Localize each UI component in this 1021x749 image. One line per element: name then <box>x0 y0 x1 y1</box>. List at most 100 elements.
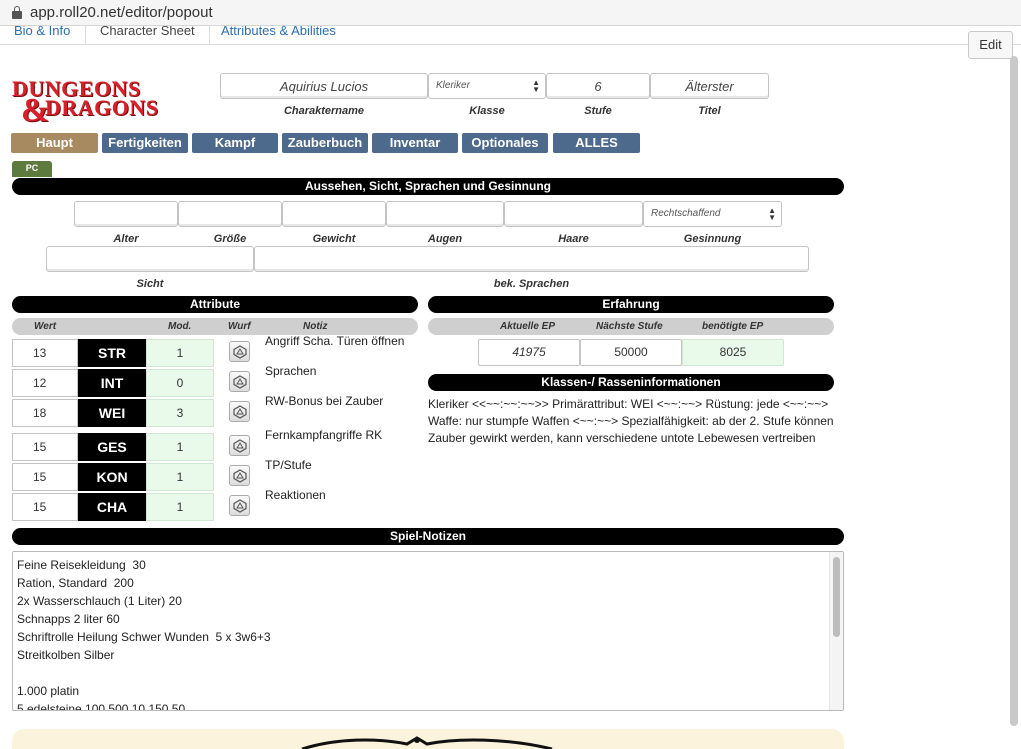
attribute-note: Sprachen <box>265 364 317 378</box>
select-arrows-icon: ▲ ▼ <box>532 78 540 94</box>
attribute-mod: 1 <box>146 339 214 367</box>
title-input[interactable] <box>650 73 769 99</box>
notes-line: Schriftrolle Heilung Schwer Wunden 5 x 3… <box>17 630 271 644</box>
title-label: Titel <box>698 105 721 117</box>
attribute-mod: 1 <box>146 493 214 521</box>
weight-input[interactable] <box>282 201 386 227</box>
attribute-value-input[interactable]: 18 <box>12 399 78 427</box>
notes-line: Feine Reisekleidung 30 <box>17 558 146 572</box>
eyes-label: Augen <box>427 233 463 245</box>
nav-optionales[interactable]: Optionales <box>462 133 548 153</box>
page-scrollbar[interactable] <box>1010 56 1018 726</box>
nav-inventar[interactable]: Inventar <box>372 133 458 153</box>
col-mod: Mod. <box>168 321 192 332</box>
class-info-header: Klassen-/ Rasseninformationen <box>428 374 834 391</box>
nav-haupt[interactable]: Haupt <box>11 133 98 153</box>
alignment-select[interactable]: Rechtschaffend ▲ ▼ <box>643 201 782 227</box>
attribute-abbr: CHA <box>78 493 146 521</box>
needed-ep-value: 8025 <box>682 339 784 366</box>
hair-label: Haare <box>558 233 589 245</box>
tab-attributes-abilities[interactable]: Attributes & Abilities <box>207 26 350 44</box>
attribute-note: Reaktionen <box>265 488 326 502</box>
current-ep-input[interactable]: 41975 <box>478 339 580 366</box>
col-next-level: Nächste Stufe <box>596 321 663 332</box>
size-label: Größe <box>213 233 247 245</box>
attribute-value-input[interactable]: 15 <box>12 463 78 491</box>
roll-dice-button[interactable] <box>229 465 250 486</box>
sheet-tabs: Bio & Info Character Sheet Attributes & … <box>0 26 1021 45</box>
notes-scrollbar[interactable] <box>829 552 843 710</box>
attribute-abbr: WEI <box>78 399 146 427</box>
size-input[interactable] <box>178 201 282 227</box>
attributes-header: Attribute <box>12 296 418 313</box>
attribute-row: 15 CHA 1 Reaktionen <box>12 488 422 521</box>
attribute-note: Angriff Scha. Türen öffnen <box>265 334 405 348</box>
class-label: Klasse <box>469 105 505 117</box>
roll-dice-button[interactable] <box>229 341 250 362</box>
url-text[interactable]: app.roll20.net/editor/popout <box>30 4 213 21</box>
ornament-icon <box>301 736 553 749</box>
notes-line: Ration, Standard 200 <box>17 576 134 590</box>
level-input[interactable] <box>546 73 650 99</box>
attribute-note: RW-Bonus bei Zauber <box>265 394 384 408</box>
nav-fertigkeiten[interactable]: Fertigkeiten <box>102 133 188 153</box>
attribute-abbr: INT <box>78 369 146 397</box>
roll-dice-button[interactable] <box>229 371 250 392</box>
game-notes-header: Spiel-Notizen <box>12 528 844 545</box>
attribute-row: 18 WEI 3 RW-Bonus bei Zauber <box>12 394 422 427</box>
vision-input[interactable] <box>46 246 254 272</box>
vision-label: Sicht <box>136 278 164 290</box>
attribute-value-input[interactable]: 12 <box>12 369 78 397</box>
age-input[interactable] <box>74 201 178 227</box>
select-arrows-icon: ▲ ▼ <box>768 206 776 222</box>
tab-character-sheet[interactable]: Character Sheet <box>85 26 210 44</box>
nav-alles[interactable]: ALLES <box>553 133 640 153</box>
browser-address-bar[interactable]: app.roll20.net/editor/popout <box>0 0 1021 26</box>
game-notes-textarea[interactable]: Feine Reisekleidung 30 Ration, Standard 2… <box>12 551 844 711</box>
charname-label: Charaktername <box>283 105 365 117</box>
pc-badge: PC <box>12 161 52 177</box>
hair-input[interactable] <box>504 201 643 227</box>
class-info-text: Kleriker <<~~:~~:~~>> Primärattribut: WE… <box>428 397 834 445</box>
roll-dice-button[interactable] <box>229 401 250 422</box>
nav-zauberbuch[interactable]: Zauberbuch <box>282 133 368 153</box>
col-needed-ep: benötigte EP <box>702 321 764 332</box>
experience-header: Erfahrung <box>428 296 834 313</box>
attribute-mod: 1 <box>146 463 214 491</box>
roll-dice-button[interactable] <box>229 495 250 516</box>
attribute-abbr: STR <box>78 339 146 367</box>
eyes-input[interactable] <box>386 201 504 227</box>
experience-column-headers: Aktuelle EP Nächste Stufe benötigte EP <box>428 318 834 335</box>
attribute-value-input[interactable]: 15 <box>12 493 78 521</box>
age-label: Alter <box>113 233 139 245</box>
charname-input[interactable] <box>220 73 428 99</box>
attribute-mod: 1 <box>146 433 214 461</box>
notes-line: 1.000 platin <box>17 684 80 698</box>
attribute-value-input[interactable]: 15 <box>12 433 78 461</box>
edit-button[interactable]: Edit <box>968 31 1013 59</box>
attribute-abbr: KON <box>78 463 146 491</box>
notes-line: 2x Wasserschlauch (1 Liter) 20 <box>17 594 182 608</box>
tab-bio-info[interactable]: Bio & Info <box>0 26 84 44</box>
appearance-header: Aussehen, Sicht, Sprachen und Gesinnung <box>12 178 844 195</box>
nav-kampf[interactable]: Kampf <box>192 133 278 153</box>
notes-line: 5 edelsteine 100 500 10 150 50 <box>17 702 186 711</box>
next-level-input[interactable]: 50000 <box>580 339 682 366</box>
attribute-value-input[interactable]: 13 <box>12 339 78 367</box>
col-value: Wert <box>34 321 57 332</box>
attribute-mod: 3 <box>146 399 214 427</box>
weight-label: Gewicht <box>312 233 356 245</box>
dnd-logo: DUNGEONS & DRAGONS <box>12 76 159 130</box>
attribute-mod: 0 <box>146 369 214 397</box>
notes-line: Streitkolben Silber <box>17 648 115 662</box>
class-select[interactable]: Kleriker ▲ ▼ <box>428 73 546 99</box>
languages-input[interactable] <box>254 246 809 272</box>
lock-icon <box>12 6 22 19</box>
roll-dice-button[interactable] <box>229 435 250 456</box>
notes-scroll-thumb[interactable] <box>833 557 840 637</box>
notes-line: Schnapps 2 liter 60 <box>17 612 120 626</box>
notes-line <box>13 664 828 682</box>
attribute-note: TP/Stufe <box>265 458 312 472</box>
languages-label: bek. Sprachen <box>493 278 570 290</box>
footer-decoration <box>12 729 844 749</box>
